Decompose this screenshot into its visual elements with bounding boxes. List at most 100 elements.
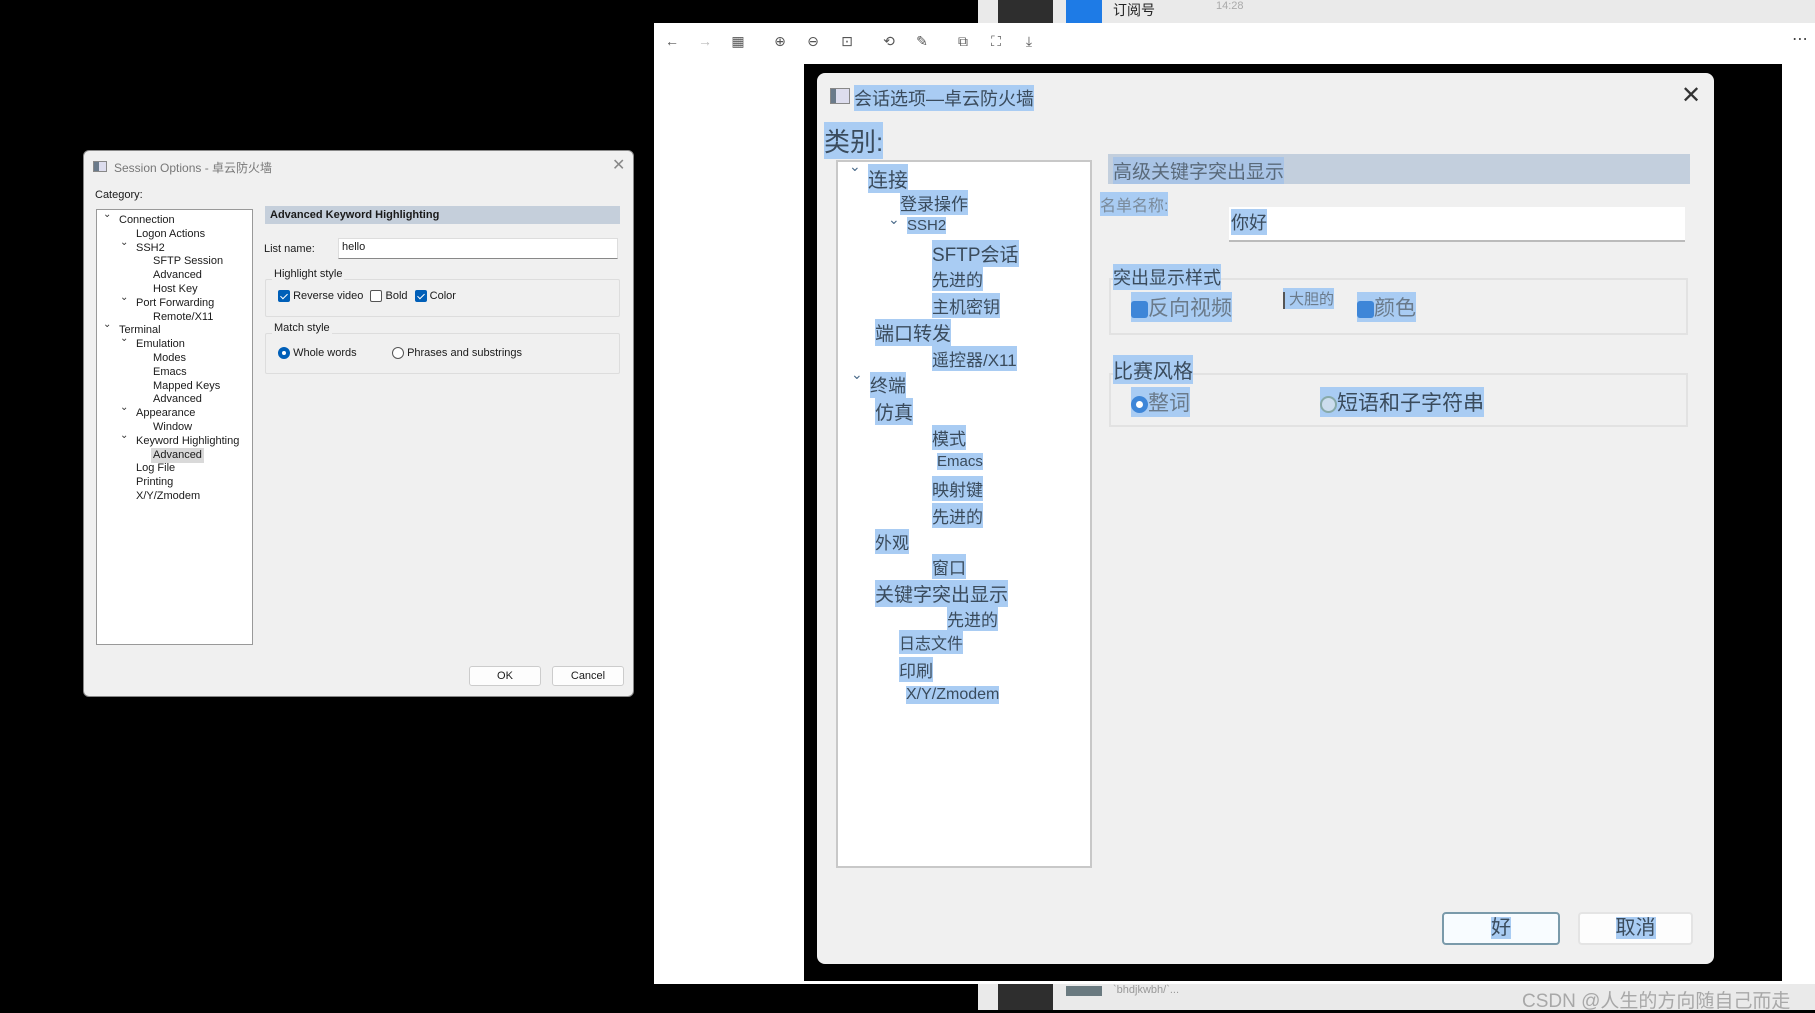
tree-item[interactable]: SSH2 — [907, 217, 947, 234]
checkbox-icon — [370, 290, 383, 303]
tree-item[interactable]: 日志文件 — [899, 630, 964, 654]
tree-item[interactable]: X/Y/Zmodem — [134, 489, 202, 504]
chevron-down-icon[interactable]: ⌄ — [103, 209, 111, 220]
chat-name[interactable]: 订阅号 — [1113, 0, 1155, 20]
subscription-icon — [1066, 0, 1102, 23]
chevron-down-icon[interactable]: ⌄ — [851, 366, 863, 383]
tree-item[interactable]: Port Forwarding — [134, 296, 216, 311]
photo-ok-button[interactable]: 好 — [1442, 912, 1560, 945]
chevron-down-icon[interactable]: ⌄ — [120, 237, 128, 248]
forward-arrow-icon[interactable]: → — [695, 33, 715, 49]
tree-item[interactable]: Logon Actions — [134, 227, 207, 242]
photo-color-checkbox[interactable]: 颜色 — [1357, 292, 1416, 322]
checkbox-label: Reverse video — [293, 290, 364, 302]
translate-icon[interactable]: ⧉ — [953, 33, 973, 49]
tree-item[interactable]: 先进的 — [947, 606, 998, 631]
tree-item[interactable]: 仿真 — [875, 398, 914, 425]
window-icon — [93, 161, 107, 172]
photo-bold-checkbox[interactable]: 大胆的 — [1283, 288, 1335, 309]
chevron-down-icon[interactable]: ⌄ — [120, 292, 128, 303]
tree-item[interactable]: 登录操作 — [900, 190, 968, 215]
category-tree[interactable]: ⌄ Connection Logon Actions ⌄ SSH2 SFTP Sessio… — [96, 209, 253, 645]
chat-sidebar — [998, 984, 1053, 1010]
close-icon[interactable]: ✕ — [612, 155, 625, 175]
fit-icon[interactable]: ⊡ — [837, 33, 857, 49]
chevron-down-icon[interactable]: ⌄ — [120, 333, 128, 344]
tree-item[interactable]: 关键字突出显示 — [875, 580, 1009, 607]
chat-window-bottom: `bhdjkwbh/`... CSDN @人生的方向随自己而走 — [978, 984, 1815, 1012]
tree-item[interactable]: Emacs — [937, 453, 983, 470]
tree-item[interactable]: Printing — [134, 475, 175, 490]
tree-item[interactable]: 连接 — [868, 164, 908, 193]
back-arrow-icon[interactable]: ← — [662, 33, 682, 49]
chevron-down-icon[interactable]: ⌄ — [888, 211, 900, 228]
rotate-icon[interactable]: ⟲ — [879, 33, 899, 49]
tree-item[interactable]: Advanced — [151, 268, 204, 283]
close-icon[interactable]: ✕ — [1681, 81, 1701, 110]
tree-item[interactable]: Remote/X11 — [151, 310, 215, 325]
photo-panel-header: 高级关键字突出显示 — [1108, 154, 1690, 184]
phrases-radio[interactable]: Phrases and substrings — [392, 347, 522, 360]
photo-category-tree[interactable]: ⌄ 连接 登录操作 ⌄ SSH2 SFTP会话 先进的 主机密钥 端口转发 遥控器/X11 ⌄ 终端仿… — [836, 158, 1092, 868]
zoom-out-icon[interactable]: ⊖ — [803, 33, 823, 49]
tree-item[interactable]: Advanced — [151, 447, 204, 463]
tree-item[interactable]: Emulation — [134, 337, 187, 352]
tree-item[interactable]: 端口转发 — [875, 319, 952, 346]
tree-item[interactable]: 外观 — [875, 529, 909, 554]
whole-words-radio[interactable]: Whole words — [278, 347, 357, 360]
tree-item[interactable]: X/Y/Zmodem — [906, 686, 1000, 704]
bold-checkbox[interactable]: Bold — [370, 290, 408, 303]
edit-icon[interactable]: ✎ — [912, 33, 932, 49]
tree-item[interactable]: 先进的 — [932, 503, 983, 528]
session-options-dialog: Session Options - 卓云防火墙 ✕ Category: ⌄ Con… — [83, 150, 634, 697]
ok-button[interactable]: OK — [469, 666, 541, 686]
download-icon[interactable]: ⤓ — [1019, 33, 1039, 49]
tree-item[interactable]: 模式 — [932, 425, 966, 450]
chevron-down-icon[interactable]: ⌄ — [103, 319, 111, 330]
tree-item[interactable]: 先进的 — [932, 266, 983, 291]
tree-item[interactable]: 映射键 — [932, 476, 983, 501]
reverse-video-checkbox[interactable]: Reverse video — [278, 290, 364, 303]
tree-item[interactable]: Mapped Keys — [151, 379, 222, 394]
tree-item[interactable]: Advanced — [151, 392, 204, 407]
tree-item[interactable]: Keyword Highlighting — [134, 434, 241, 449]
tree-item[interactable]: Emacs — [151, 365, 189, 380]
chat-window-top: 订阅号 14:28 — [978, 0, 1815, 23]
more-button[interactable]: ⋯ — [1792, 29, 1808, 49]
cancel-button[interactable]: Cancel — [552, 666, 624, 686]
color-checkbox[interactable]: Color — [414, 290, 456, 303]
photo-category-label: 类别: — [824, 122, 884, 159]
grid-icon[interactable]: ▦ — [728, 33, 748, 49]
tree-item[interactable]: 终端 — [870, 372, 906, 398]
tree-item[interactable]: Connection — [117, 213, 177, 228]
ocr-icon[interactable]: ⛶ — [986, 33, 1006, 49]
tree-item[interactable]: SFTP Session — [151, 254, 225, 269]
tree-item[interactable]: 印刷 — [899, 657, 933, 682]
tree-item[interactable]: 主机密钥 — [932, 293, 1000, 318]
photo-reverse-video-checkbox[interactable]: 反向视频 — [1131, 292, 1232, 322]
chevron-down-icon[interactable]: ⌄ — [120, 402, 128, 413]
input-value: 你好 — [1231, 209, 1267, 235]
tree-item[interactable]: 遥控器/X11 — [932, 346, 1017, 371]
highlight-style-label: Highlight style — [272, 268, 345, 280]
photo-phrases-radio[interactable]: 短语和子字符串 — [1320, 387, 1484, 417]
chevron-down-icon[interactable]: ⌄ — [849, 158, 861, 175]
radio-icon — [1320, 395, 1337, 413]
tree-item[interactable]: Appearance — [134, 406, 197, 421]
photo-whole-words-radio[interactable]: 整词 — [1131, 387, 1190, 417]
photo-list-name-input[interactable]: 你好 — [1229, 207, 1685, 242]
tree-item[interactable]: Host Key — [151, 282, 200, 297]
checkbox-label: 颜色 — [1374, 297, 1416, 320]
chevron-down-icon[interactable]: ⌄ — [120, 430, 128, 441]
checkbox-label: Bold — [385, 290, 408, 302]
tree-item[interactable]: 窗口 — [932, 554, 966, 579]
zoom-in-icon[interactable]: ⊕ — [770, 33, 790, 49]
tree-item[interactable]: Window — [151, 420, 194, 435]
chat-name[interactable]: `bhdjkwbh/`... — [1113, 984, 1179, 996]
list-name-input[interactable]: hello — [338, 238, 618, 259]
tree-item[interactable]: Modes — [151, 351, 188, 366]
tree-item[interactable]: Log File — [134, 461, 177, 476]
tree-item[interactable]: SFTP会话 — [932, 240, 1019, 267]
tree-item[interactable]: SSH2 — [134, 241, 167, 256]
photo-cancel-button[interactable]: 取消 — [1578, 912, 1693, 945]
